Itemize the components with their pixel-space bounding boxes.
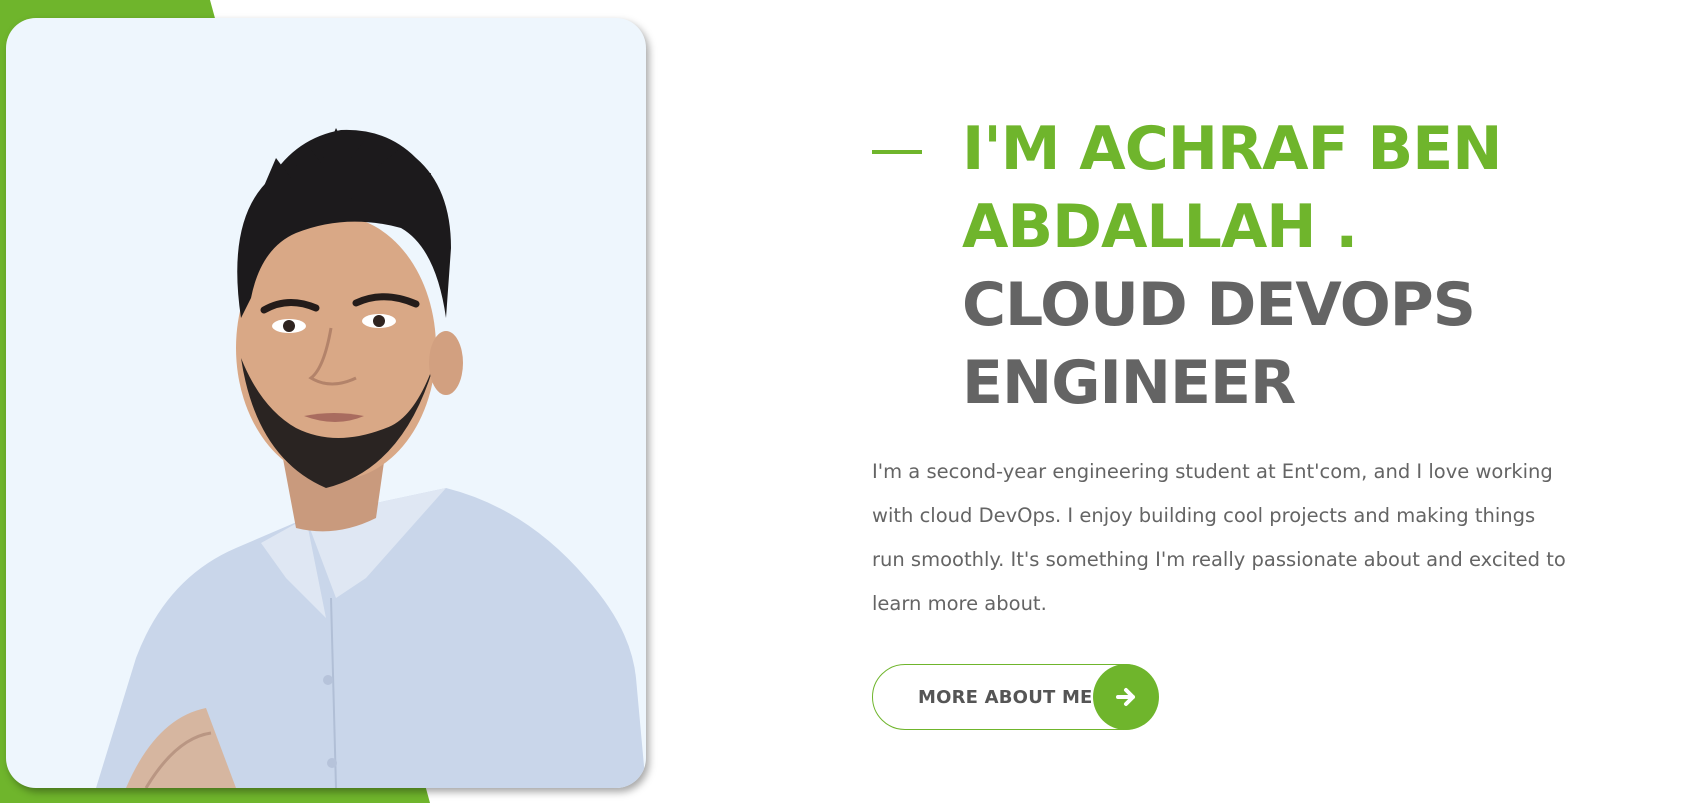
profile-photo [6, 18, 646, 788]
arrow-right-icon [1092, 663, 1159, 730]
more-about-me-label: MORE ABOUT ME [918, 686, 1093, 708]
more-about-me-button[interactable]: MORE ABOUT ME [872, 663, 1159, 730]
name-line-1: I'M ACHRAF BEN [962, 114, 1502, 184]
hero-page: I'M ACHRAF BEN ABDALLAH . CLOUD DEVOPS E… [0, 0, 1682, 803]
hero-content: I'M ACHRAF BEN ABDALLAH . CLOUD DEVOPS E… [872, 110, 1592, 730]
bio-paragraph: I'm a second-year engineering student at… [872, 460, 1566, 615]
hero-title: I'M ACHRAF BEN ABDALLAH . CLOUD DEVOPS E… [872, 110, 1592, 422]
role-line-2: ENGINEER [962, 348, 1296, 418]
title-dash-decoration [872, 150, 922, 154]
name-line-2: ABDALLAH . [962, 192, 1358, 262]
portrait-illustration [96, 128, 646, 788]
role-line-1: CLOUD DEVOPS [962, 270, 1476, 340]
